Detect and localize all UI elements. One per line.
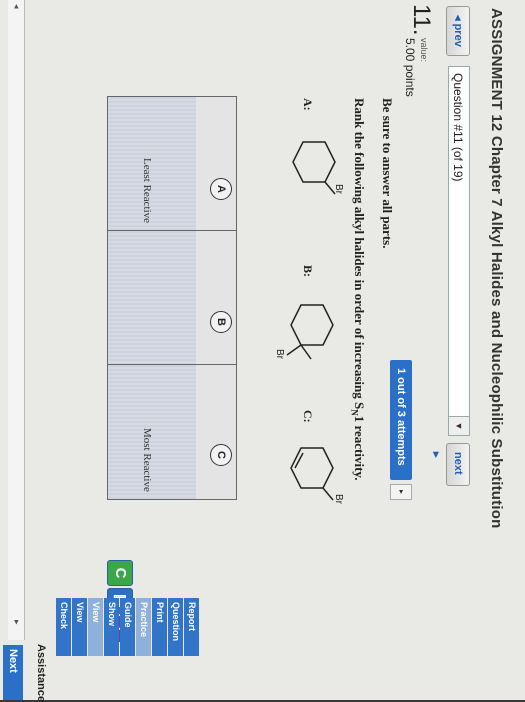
chevron-right-icon[interactable]: ▸ xyxy=(390,484,412,500)
chevron-down-icon[interactable]: ▼ xyxy=(449,416,469,435)
question-select[interactable]: Question #11 (of 19) ▼ xyxy=(448,66,470,436)
sidebar-item-print[interactable]: Print xyxy=(152,598,167,656)
sidebar-next-button[interactable]: Next xyxy=(3,645,23,700)
cyclohexane-ring xyxy=(290,304,334,346)
sidebar-item-view[interactable]: View xyxy=(72,598,87,656)
assignment-title: ASSIGNMENT 12 Chapter 7 Alkyl Halides an… xyxy=(488,8,505,529)
sidebar-item-show[interactable]: Show xyxy=(104,598,119,656)
c-br-bond xyxy=(322,487,334,501)
attempts-badge: 1 out of 3 attempts xyxy=(390,360,412,480)
cyclohexane-ring xyxy=(292,141,336,183)
scroll-right-icon[interactable]: ▸ xyxy=(11,620,22,625)
sidebar-item-practice[interactable]: Practice xyxy=(136,598,151,656)
choice-b-chip[interactable]: B xyxy=(210,311,232,333)
molecule-b-structure: Br xyxy=(274,304,334,360)
methyl-bond xyxy=(300,344,312,360)
rank-slot-header xyxy=(195,97,236,230)
molecule-c-structure: Br xyxy=(290,447,344,505)
rank-slot-2[interactable] xyxy=(108,231,236,365)
cyclohexene-ring xyxy=(290,447,334,489)
double-bond xyxy=(294,452,304,469)
instruction-text: Be sure to answer all parts. xyxy=(380,98,395,249)
question-select-value: Question #11 (of 19) xyxy=(451,73,465,182)
least-reactive-label: Least Reactive xyxy=(141,158,153,224)
sidebar-item-question[interactable]: Question xyxy=(168,598,183,656)
molecule-b-br: Br xyxy=(274,349,285,360)
points-value: 5.00 points xyxy=(403,38,417,97)
sidebar-item-check[interactable]: Check xyxy=(56,598,71,656)
c-br-bond xyxy=(286,344,302,356)
choice-c-chip[interactable]: C xyxy=(210,444,232,466)
ranking-table xyxy=(107,96,237,500)
molecule-a-label: A: xyxy=(301,98,315,111)
rank-slot-header xyxy=(195,231,236,364)
sidebar-item-report[interactable]: Report xyxy=(184,598,199,656)
scroll-left-icon[interactable]: ◂ xyxy=(11,4,22,9)
molecule-b-label: B: xyxy=(301,265,315,277)
choice-a-chip[interactable]: A xyxy=(210,178,232,200)
assistance-title: Assistance xyxy=(35,644,47,702)
molecule-a-structure: Br xyxy=(292,141,344,195)
molecule-c-br: Br xyxy=(333,494,344,505)
question-nav-bar: ◂ prev Question #11 (of 19) ▼ next ▸ xyxy=(430,6,470,486)
value-label: value: xyxy=(419,38,429,63)
rank-slot-3[interactable] xyxy=(108,365,236,499)
refresh-icon[interactable]: C xyxy=(107,560,133,586)
question-number: 11. xyxy=(408,4,435,36)
sidebar-item-guide[interactable]: Guide xyxy=(120,598,135,656)
rank-slot-1[interactable] xyxy=(108,97,236,231)
horizontal-scrollbar[interactable]: ◂ ▸ xyxy=(8,0,25,640)
question-prompt: Rank the following alkyl halides in orde… xyxy=(349,98,367,480)
rank-drop-zone[interactable] xyxy=(108,231,196,364)
prompt-text-pre: Rank the following alkyl halides in orde… xyxy=(352,98,367,410)
molecule-c-label: C: xyxy=(301,410,315,423)
sidebar-item-view-2[interactable]: View xyxy=(88,598,103,656)
prev-button[interactable]: ◂ prev xyxy=(446,6,470,56)
next-button[interactable]: next ▸ xyxy=(430,443,470,486)
molecule-a-br: Br xyxy=(333,184,344,195)
browser-screen: ASSIGNMENT 12 Chapter 7 Alkyl Halides an… xyxy=(0,0,525,702)
photo-background: ASSIGNMENT 12 Chapter 7 Alkyl Halides an… xyxy=(0,0,525,702)
rank-slot-header xyxy=(195,365,236,499)
most-reactive-label: Most Reactive xyxy=(141,428,153,492)
prompt-text-post: 1 reactivity. xyxy=(352,415,367,481)
